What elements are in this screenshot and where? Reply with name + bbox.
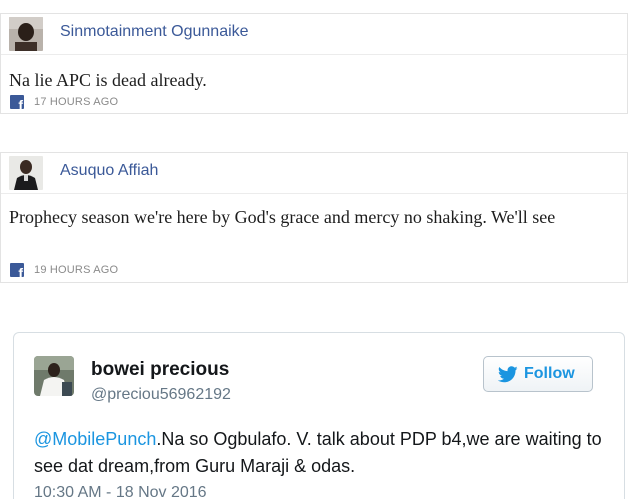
tweet-date[interactable]: 10:30 AM - 18 Nov 2016	[34, 484, 207, 499]
follow-label: Follow	[524, 365, 575, 382]
facebook-icon: f	[10, 95, 24, 109]
facebook-comment: Sinmotainment Ogunnaike Na lie APC is de…	[0, 13, 628, 114]
comment-author[interactable]: Sinmotainment Ogunnaike	[60, 23, 249, 41]
tweet-author-name[interactable]: bowei precious	[91, 359, 229, 381]
tweet-mention-link[interactable]: @MobilePunch	[34, 429, 156, 449]
facebook-comment: Asuquo Affiah Prophecy season we're here…	[0, 152, 628, 283]
comment-header: Sinmotainment Ogunnaike	[1, 14, 627, 55]
comment-timestamp[interactable]: 19 HOURS AGO	[34, 264, 118, 276]
twitter-bird-icon	[498, 366, 518, 383]
follow-button[interactable]: Follow	[483, 356, 593, 392]
avatar[interactable]	[9, 17, 43, 51]
comment-text: Prophecy season we're here by God's grac…	[9, 207, 556, 227]
avatar[interactable]	[34, 356, 74, 396]
comment-header: Asuquo Affiah	[1, 153, 627, 194]
tweet-text: @MobilePunch.Na so Ogbulafo. V. talk abo…	[34, 426, 604, 480]
comment-text: Na lie APC is dead already.	[9, 70, 207, 90]
embedded-tweet: bowei precious @preciou56962192 Follow @…	[13, 332, 625, 499]
facebook-icon: f	[10, 263, 24, 277]
comment-author[interactable]: Asuquo Affiah	[60, 162, 158, 180]
comment-timestamp[interactable]: 17 HOURS AGO	[34, 96, 118, 108]
tweet-author-handle[interactable]: @preciou56962192	[91, 386, 231, 404]
avatar[interactable]	[9, 156, 43, 190]
